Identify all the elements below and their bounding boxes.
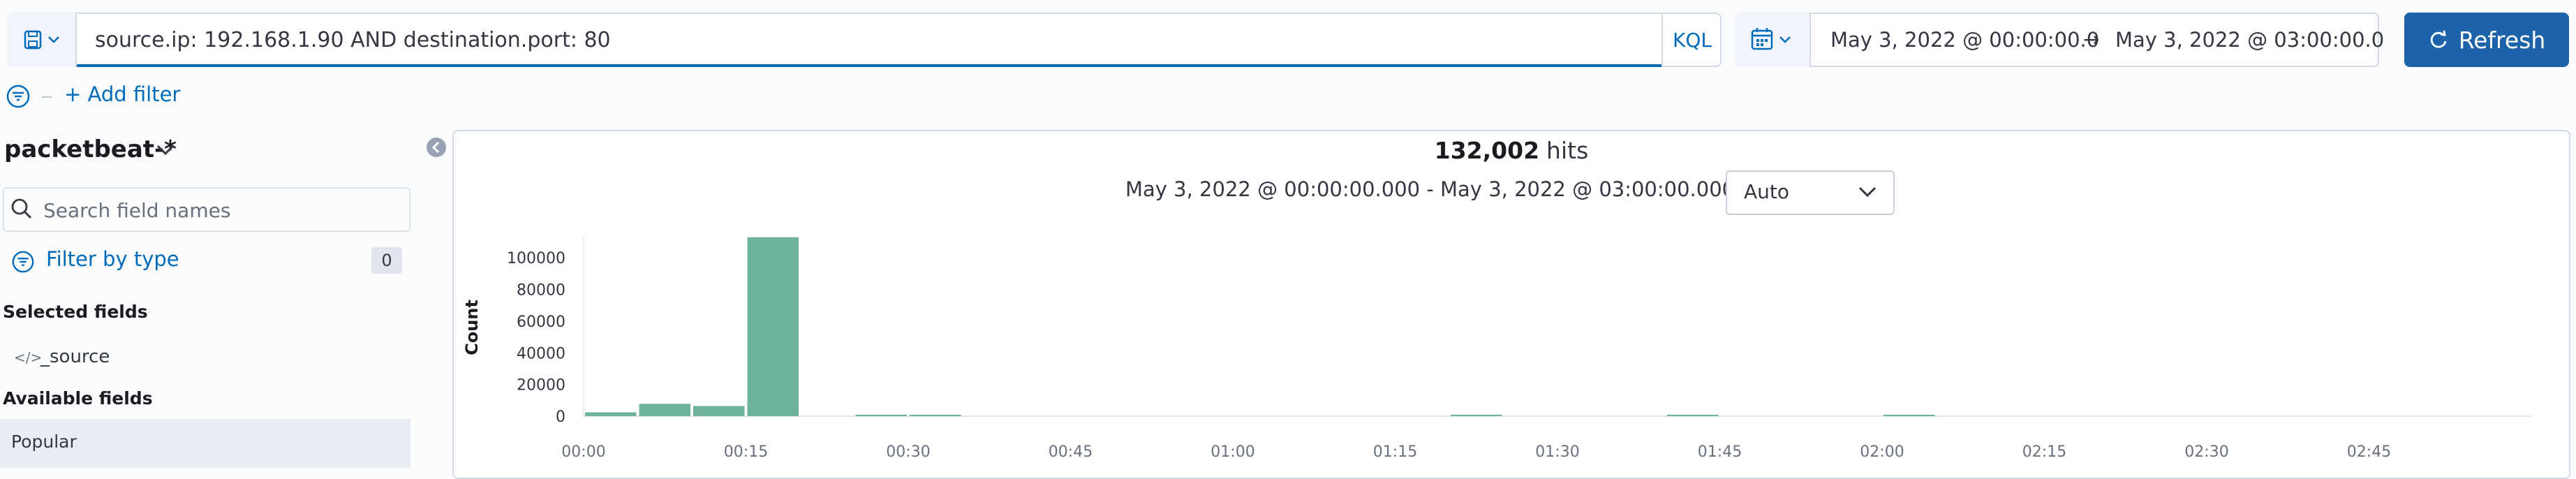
calendar-icon [1751,28,1791,50]
refresh-icon [2430,30,2447,48]
x-tick-label: 00:15 [724,443,768,461]
interval-value: Auto [1744,180,1790,203]
field-search-input[interactable] [42,189,408,232]
histogram-bar [585,412,637,416]
refresh-button[interactable]: Refresh [2404,13,2569,67]
x-tick-label: 02:30 [2184,443,2228,461]
x-tick-label: 02:15 [2022,443,2066,461]
y-tick-label: 40000 [517,345,565,362]
x-tick-label: 01:30 [1535,443,1579,461]
chevron-down-icon [1857,184,1878,200]
available-fields-heading: Available fields [3,388,153,408]
query-input[interactable] [78,13,1657,67]
field-item-source[interactable]: _source [40,346,110,367]
query-focus-underline [77,64,1661,67]
filter-by-type-button[interactable]: Filter by type [46,247,179,271]
query-language-toggle[interactable]: KQL [1661,13,1722,67]
histogram-bar [1667,415,1719,416]
arrow-right-icon: → [2083,28,2100,51]
code-icon: </> [14,349,43,366]
refresh-label: Refresh [2458,26,2546,54]
y-tick-label: 100000 [507,250,565,267]
hits-label: hits [1546,137,1589,164]
histogram-bar [1451,415,1502,416]
hits-count: 132,002 [1434,137,1540,164]
y-tick-label: 60000 [517,314,565,331]
date-start[interactable]: May 3, 2022 @ 00:00:00.0 [1830,13,2099,67]
histogram-bar [693,406,745,416]
x-tick-label: 02:45 [2347,443,2391,461]
index-pattern-selector[interactable]: packetbeat-* [4,135,177,163]
x-tick-label: 01:45 [1698,443,1742,461]
collapse-sidebar-icon[interactable] [426,137,447,158]
saved-query-button[interactable] [7,13,77,67]
filter-count-badge: 0 [371,247,402,274]
filter-icon [11,250,35,274]
time-range-label: May 3, 2022 @ 00:00:00.000 - May 3, 2022… [1125,177,1762,201]
histogram-bar [1883,415,1935,416]
x-tick-label: 00:45 [1049,443,1093,461]
y-axis-label: Count [462,300,482,355]
histogram-chart: 0 20000 40000 60000 80000 100000 00:00 00:15 00:… [462,236,2531,461]
filter-options-icon[interactable] [6,84,31,109]
x-tick-label: 00:00 [561,443,605,461]
add-filter-button[interactable]: + Add filter [64,82,180,106]
search-icon [10,197,34,221]
quick-select-button[interactable] [1735,13,1811,67]
x-tick-label: 00:30 [886,443,930,461]
hits-summary: 132,002 hits [452,137,2570,164]
y-tick-label: 20000 [517,377,565,395]
date-end[interactable]: May 3, 2022 @ 03:00:00.0 [2115,13,2384,67]
save-icon [24,30,59,50]
filter-separator [42,96,52,98]
selected-fields-heading: Selected fields [3,302,148,322]
histogram-bar [639,404,690,416]
y-tick-label: 0 [556,408,565,426]
x-tick-label: 01:00 [1211,443,1254,461]
popular-fields-label: Popular [11,432,77,452]
y-tick-label: 80000 [517,282,565,300]
x-tick-label: 02:00 [1860,443,1904,461]
histogram-bar [910,415,961,416]
chevron-down-icon[interactable] [155,142,176,158]
histogram-bar [855,415,907,416]
histogram-bar [747,237,799,416]
x-tick-label: 01:15 [1373,443,1417,461]
